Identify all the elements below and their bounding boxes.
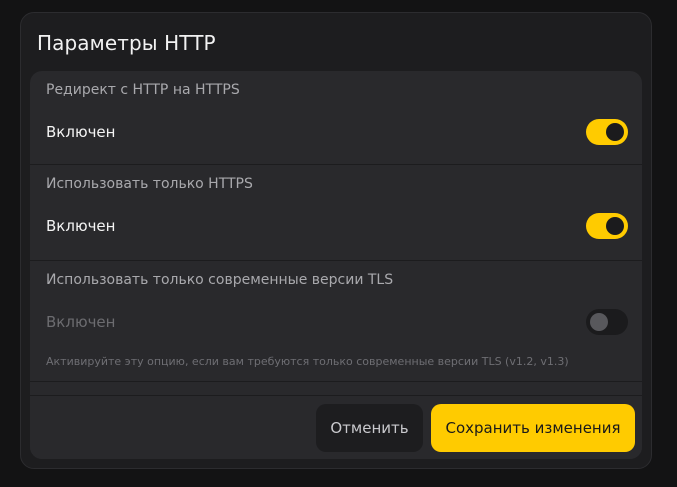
settings-panel: Редирект с HTTP на HTTPS Включен Использ… [30,71,642,459]
setting-title: Использовать только HTTPS [46,176,253,192]
setting-http-to-https-redirect: Редирект с HTTP на HTTPS Включен [30,71,642,165]
setting-state-label: Включен [46,217,116,235]
setting-state-label: Включен [46,313,116,331]
dialog-title: Параметры HTTP [37,31,216,55]
cancel-button[interactable]: Отменить [316,404,423,452]
toggle-knob [590,313,608,331]
setting-modern-tls-only: Использовать только современные версии T… [30,261,642,382]
save-changes-button[interactable]: Сохранить изменения [431,404,635,452]
setting-state-label: Включен [46,123,116,141]
toggle-knob [606,217,624,235]
https-only-toggle[interactable] [586,213,628,239]
redirect-toggle[interactable] [586,119,628,145]
modern-tls-toggle[interactable] [586,309,628,335]
setting-https-only: Использовать только HTTPS Включен [30,165,642,261]
dialog-footer: Отменить Сохранить изменения [30,395,642,459]
setting-title: Редирект с HTTP на HTTPS [46,82,240,98]
setting-hint: Активируйте эту опцию, если вам требуютс… [46,355,569,368]
setting-title: Использовать только современные версии T… [46,272,394,288]
toggle-knob [606,123,624,141]
http-settings-dialog: Параметры HTTP Редирект с HTTP на HTTPS … [20,12,652,469]
